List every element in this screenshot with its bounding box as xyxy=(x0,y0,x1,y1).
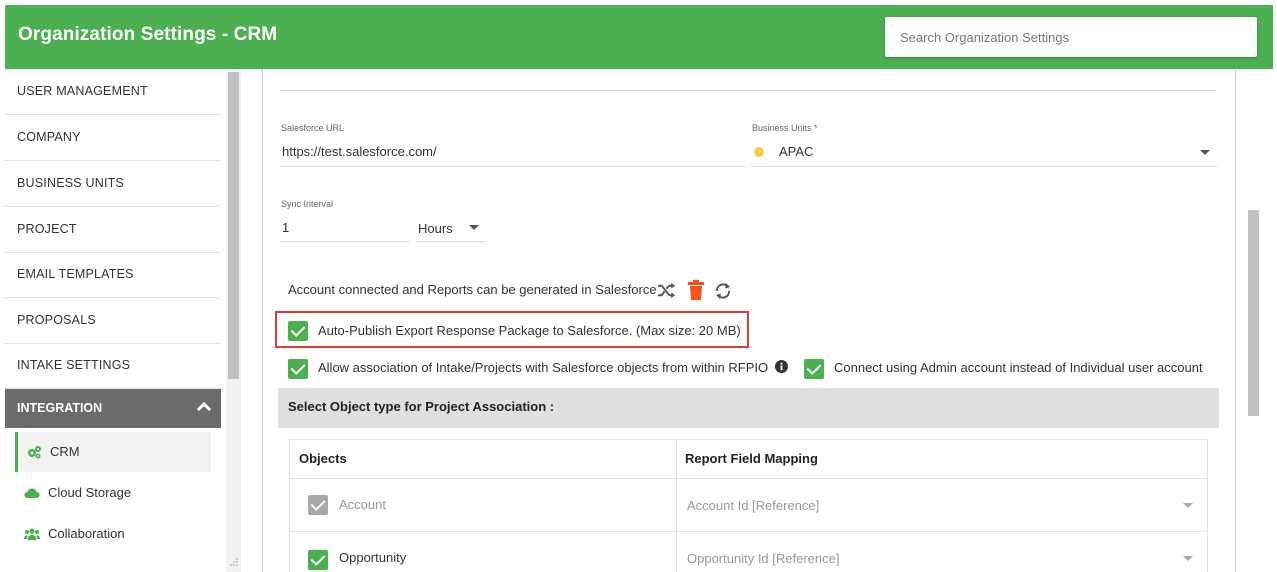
users-icon xyxy=(24,528,40,540)
report-field-mapping-select[interactable]: Opportunity Id [Reference] xyxy=(687,551,839,566)
connection-status-text: Account connected and Reports can be gen… xyxy=(288,282,657,297)
gears-icon xyxy=(28,446,41,459)
business-units-select[interactable]: APAC xyxy=(779,144,813,159)
previous-field-underline xyxy=(280,90,1217,91)
sidebar-item-email-templates[interactable]: EMAIL TEMPLATES xyxy=(5,252,221,298)
sync-icon[interactable] xyxy=(713,281,733,301)
sidebar-scrollbar-thumb[interactable] xyxy=(228,72,239,379)
salesforce-url-underline xyxy=(280,166,746,167)
sync-interval-label: Sync Interval xyxy=(281,199,334,209)
report-field-mapping-select[interactable]: Account Id [Reference] xyxy=(687,498,819,513)
section-title: Select Object type for Project Associati… xyxy=(288,399,555,414)
chevron-down-icon[interactable] xyxy=(469,225,479,230)
allow-association-label: Allow association of Intake/Projects wit… xyxy=(318,360,769,375)
column-header-objects: Objects xyxy=(299,451,347,466)
sidebar-subitem-collaboration[interactable]: Collaboration xyxy=(15,514,211,554)
sidebar-item-intake-settings[interactable]: INTAKE SETTINGS xyxy=(5,343,221,389)
salesforce-url-input[interactable]: https://test.salesforce.com/ xyxy=(282,144,437,159)
salesforce-url-label: Salesforce URL xyxy=(281,123,345,133)
shuffle-icon[interactable] xyxy=(657,281,676,300)
business-unit-color-dot xyxy=(754,147,764,157)
sidebar-subitem-label: CRM xyxy=(50,444,80,459)
object-checkbox[interactable] xyxy=(308,550,328,570)
sidebar-subitem-label: Cloud Storage xyxy=(48,485,132,500)
sidebar-item-integration[interactable]: INTEGRATION xyxy=(5,389,221,428)
sidebar: USER MANAGEMENT COMPANY BUSINESS UNITS P… xyxy=(5,69,221,572)
sync-interval-input[interactable]: 1 xyxy=(282,220,289,235)
business-units-underline xyxy=(751,166,1217,167)
auto-publish-checkbox[interactable] xyxy=(288,321,308,341)
object-mapping-table: Objects Report Field Mapping Account Acc… xyxy=(289,439,1208,572)
connect-admin-checkbox[interactable] xyxy=(804,359,824,379)
sidebar-subitem-crm[interactable]: CRM xyxy=(15,432,211,472)
business-units-label: Business Units * xyxy=(752,123,818,133)
sync-unit-select[interactable]: Hours xyxy=(418,221,453,236)
sync-interval-underline xyxy=(280,241,410,242)
sidebar-item-company[interactable]: COMPANY xyxy=(5,115,221,161)
object-name: Opportunity xyxy=(339,550,407,565)
app-header: Organization Settings - CRM xyxy=(5,5,1273,69)
object-checkbox[interactable] xyxy=(308,495,328,515)
chevron-down-icon[interactable] xyxy=(1183,503,1193,508)
search-box[interactable] xyxy=(885,17,1257,57)
sync-unit-underline xyxy=(416,241,487,242)
chevron-down-icon[interactable] xyxy=(1183,556,1193,561)
resize-grip-icon[interactable] xyxy=(229,557,239,567)
auto-publish-label: Auto-Publish Export Response Package to … xyxy=(318,323,741,338)
row-divider xyxy=(290,531,1208,532)
page-title: Organization Settings - CRM xyxy=(18,24,278,45)
sidebar-item-user-management[interactable]: USER MANAGEMENT xyxy=(5,69,221,115)
sidebar-item-project[interactable]: PROJECT xyxy=(5,207,221,253)
column-divider xyxy=(676,440,677,572)
allow-association-checkbox[interactable] xyxy=(288,359,308,379)
chevron-down-icon[interactable] xyxy=(1200,150,1210,155)
chevron-up-icon xyxy=(196,401,212,417)
object-name: Account xyxy=(339,497,386,512)
search-input[interactable] xyxy=(885,17,1257,57)
object-type-section-header: Select Object type for Project Associati… xyxy=(278,388,1219,428)
sidebar-subitem-cloud-storage[interactable]: Cloud Storage xyxy=(15,473,211,513)
row-divider xyxy=(290,478,1208,479)
info-icon[interactable] xyxy=(775,360,788,373)
delete-icon[interactable] xyxy=(688,280,704,300)
cloud-icon xyxy=(24,488,40,498)
connect-admin-label: Connect using Admin account instead of I… xyxy=(834,360,1203,375)
sidebar-item-label: INTEGRATION xyxy=(17,401,103,415)
column-header-report-field-mapping: Report Field Mapping xyxy=(685,451,818,466)
sidebar-item-business-units[interactable]: BUSINESS UNITS xyxy=(5,161,221,207)
sidebar-subitem-label: Collaboration xyxy=(48,526,125,541)
sidebar-item-proposals[interactable]: PROPOSALS xyxy=(5,298,221,344)
content-scrollbar-thumb[interactable] xyxy=(1248,210,1259,416)
